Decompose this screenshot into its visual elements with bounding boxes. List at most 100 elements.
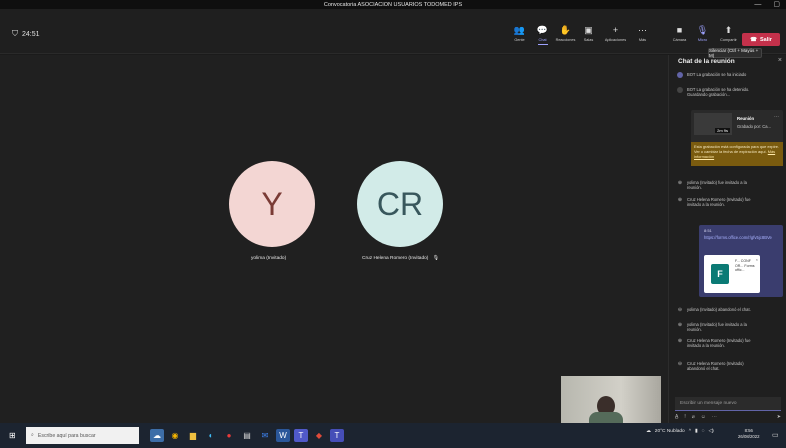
phone-icon: ☎ — [750, 36, 757, 43]
network-icon[interactable]: ◌ — [702, 429, 705, 434]
person-leave-icon: ⊖ — [677, 361, 683, 367]
more-icon[interactable]: ⋯ — [774, 114, 779, 120]
toolbar-label: Más — [638, 38, 647, 42]
toolbar-people-button[interactable]: 👥 Gente — [508, 24, 531, 45]
notifications-icon[interactable]: ▭ — [772, 431, 779, 439]
meeting-stage — [0, 55, 668, 423]
recording-warning-text: Esta grabación está configurada para que… — [694, 144, 780, 154]
store-icon[interactable]: ▤ — [240, 429, 254, 442]
exclamation-icon[interactable]: ! — [684, 414, 685, 422]
active-indicator — [537, 44, 548, 45]
chat-message-text: Cruz Helena Romero (Invitado) fue invita… — [687, 197, 751, 207]
word-icon[interactable]: W — [276, 429, 290, 442]
toolbar-more-button[interactable]: ⋯ Más — [631, 24, 654, 45]
self-video[interactable] — [561, 376, 661, 423]
camera-icon: ■ — [676, 25, 683, 35]
close-icon[interactable]: × — [756, 257, 758, 262]
chat-message: BOT La grabación se ha detenido. Guardan… — [677, 87, 755, 97]
participant-avatar[interactable]: Y — [229, 161, 315, 247]
chat-message: BOT La grabación se ha iniciado — [677, 72, 755, 78]
mail-icon[interactable]: ✉ — [258, 429, 272, 442]
close-icon[interactable]: × — [778, 57, 782, 64]
chat-message: ⊕ yolima (Invitado) fue invitado a la re… — [677, 180, 755, 190]
mic-icon: 🎙 — [696, 25, 709, 35]
opera-icon[interactable]: ● — [222, 429, 236, 442]
emoji-icon[interactable]: ☺ — [701, 414, 706, 422]
chevron-up-icon[interactable]: ^ — [689, 429, 691, 434]
edge-icon[interactable]: ◐ — [204, 429, 218, 442]
share-button[interactable]: ⬆ Compartir — [714, 24, 743, 42]
link-preview-card[interactable]: F F... CONF OR... Forms offic... × — [704, 255, 760, 293]
meeting-tools: 👥 Gente 💬 Chat ✋ Reacciones ▣ Salas + Ap… — [508, 24, 654, 45]
toolbar-chat-button[interactable]: 💬 Chat — [531, 24, 554, 45]
news-icon[interactable]: ☁ — [150, 429, 164, 442]
chat-message: ⊖ Cruz Helena Romero (Invitado) abandonó… — [677, 361, 755, 371]
participant-name-text: Cruz Helena Romero (Invitado) — [362, 256, 429, 261]
toolbar-rooms-button[interactable]: ▣ Salas — [577, 24, 600, 45]
toolbar-label: Gente — [514, 38, 525, 42]
mute-tooltip: Silenciar (Ctrl + Mayús + M) — [708, 48, 762, 58]
volume-icon[interactable]: ◁) — [708, 429, 713, 434]
more-icon[interactable]: ⋯ — [712, 414, 717, 422]
toolbar-label: Aplicaciones — [604, 38, 627, 42]
taskbar-apps: ☁ ◉ ▆ ◐ ● ▤ ✉ W T ◆ T — [150, 429, 344, 442]
person-add-icon: ⊕ — [677, 180, 683, 186]
send-icon[interactable]: ➤ — [777, 414, 781, 422]
chat-message-text: Cruz Helena Romero (Invitado) fue invita… — [687, 338, 751, 348]
more-icon: ⋯ — [638, 25, 647, 35]
windows-taskbar: ⊞ ⌕ Escribe aquí para buscar ☁ ◉ ▆ ◐ ● ▤… — [0, 423, 786, 448]
message-input[interactable]: Escribir un mensaje nuevo — [675, 397, 781, 411]
windows-start-icon[interactable]: ⊞ — [9, 431, 16, 440]
bot-icon — [677, 87, 683, 93]
restore-button[interactable]: ▢ — [773, 0, 780, 9]
app-icon[interactable]: ◆ — [312, 429, 326, 442]
teams-icon[interactable]: T — [294, 429, 308, 442]
preview-title: F... CONF OR... Forms offic... — [735, 259, 755, 272]
forms-icon: F — [711, 264, 729, 284]
self-video-person-body — [589, 412, 623, 423]
meeting-toolbar: ⛉ 24:51 👥 Gente 💬 Chat ✋ Reacciones ▣ Sa… — [0, 9, 786, 54]
format-icon[interactable]: A̲ — [675, 414, 678, 422]
apps-icon: + — [612, 25, 619, 35]
clock-date: 26/08/2022 — [738, 434, 760, 439]
chrome-icon[interactable]: ◉ — [168, 429, 182, 442]
chat-title: Chat de la reunión — [678, 58, 735, 65]
forms-link[interactable]: https://forms.office.com/r/gfv5jc8BVe — [704, 235, 780, 241]
chat-message: ⊕ yolima (Invitado) fue invitado a la re… — [677, 322, 755, 332]
weather-text[interactable]: 20°C Nublado — [655, 429, 685, 434]
search-icon: ⌕ — [31, 432, 34, 438]
chat-message-text: BOT La grabación se ha iniciado — [687, 72, 747, 77]
people-icon: 👥 — [513, 25, 526, 35]
recording-title: Reunión — [737, 116, 755, 121]
toolbar-label: Compartir — [720, 38, 737, 42]
chat-message: ⊕ Cruz Helena Romero (Invitado) fue invi… — [677, 338, 755, 348]
chat-message-text: Cruz Helena Romero (Invitado) abandonó e… — [687, 361, 744, 371]
toolbar-label: Salas — [583, 38, 594, 42]
person-add-icon: ⊕ — [677, 338, 683, 344]
taskbar-clock[interactable]: 8:56 26/08/2022 — [738, 428, 760, 440]
leave-button[interactable]: ☎ Salir — [742, 33, 780, 46]
camera-button[interactable]: ■ Cámara — [668, 24, 691, 42]
minimize-button[interactable]: — — [754, 0, 761, 9]
shield-icon: ⛉ — [12, 29, 18, 38]
person-leave-icon: ⊖ — [677, 307, 683, 313]
toolbar-reactions-button[interactable]: ✋ Reacciones — [554, 24, 577, 45]
participant-avatar[interactable]: CR — [357, 161, 443, 247]
recording-duration: 2m 9s — [715, 128, 730, 133]
compose-toolbar: A̲ ! ⌀ ☺ ⋯ ➤ — [675, 414, 781, 422]
taskbar-search[interactable]: ⌕ Escribe aquí para buscar — [26, 427, 139, 444]
file-explorer-icon[interactable]: ▆ — [186, 429, 200, 442]
toolbar-apps-button[interactable]: + Aplicaciones — [600, 24, 631, 45]
media-controls: ■ Cámara 🎙 Micro ⬆ Compartir — [668, 24, 743, 42]
chat-message: ⊖ yolima (Invitado) abandonó el chat. — [677, 307, 755, 313]
battery-icon[interactable]: ▮ — [695, 429, 698, 434]
recording-thumbnail[interactable]: 2m 9s — [694, 113, 732, 135]
attach-icon[interactable]: ⌀ — [692, 414, 695, 422]
teams-active-icon[interactable]: T — [330, 429, 344, 442]
participant-name: Cruz Helena Romero (Invitado) 🎙 — [362, 256, 439, 261]
link-sender: 8:51 — [704, 228, 712, 233]
mic-button[interactable]: 🎙 Micro — [691, 24, 714, 42]
toolbar-label: Chat — [538, 38, 547, 42]
chat-message-text: yolima (Invitado) fue invitado a la reun… — [687, 322, 747, 332]
meeting-timer: ⛉ 24:51 — [12, 29, 40, 39]
